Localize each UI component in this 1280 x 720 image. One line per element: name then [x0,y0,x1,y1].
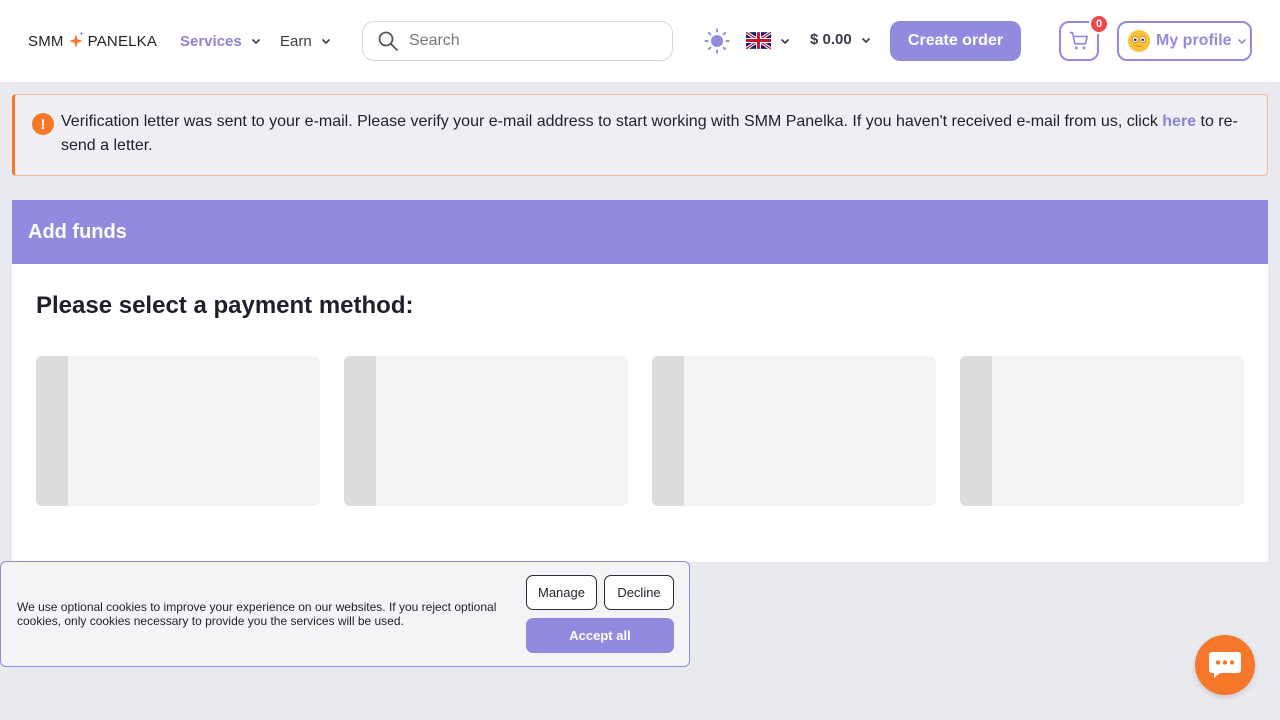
create-order-button[interactable]: Create order [890,21,1021,61]
sun-icon[interactable] [704,28,730,54]
cookie-banner: We use optional cookies to improve your … [0,561,690,667]
nav-services-label: Services [180,32,242,50]
avatar-icon [1128,30,1150,52]
decline-cookies-button[interactable]: Decline [604,575,674,610]
search-input[interactable] [409,32,649,50]
cart-icon [1069,31,1089,50]
logo-text-right: PANELKA [87,32,158,50]
language-selector[interactable] [746,31,791,50]
cart-button[interactable]: 0 [1059,14,1109,61]
logo-text-left: SMM [28,32,64,50]
chevron-down-icon [1237,38,1246,45]
nav-earn[interactable]: Earn [280,31,332,51]
search-icon [378,31,398,51]
top-header: SMM PANELKA Services Earn Search $ 0.00 … [0,0,1280,82]
nav-services[interactable]: Services [180,31,262,51]
chevron-down-icon [861,37,870,43]
payment-method-card[interactable] [652,356,936,506]
balance-selector[interactable]: $ 0.00 [810,31,872,48]
add-funds-panel: Add funds Please select a payment method… [12,200,1268,562]
accept-all-cookies-button[interactable]: Accept all [526,618,674,653]
payment-method-heading: Please select a payment method: [36,292,414,319]
manage-cookies-button[interactable]: Manage [526,575,597,610]
chevron-down-icon [251,38,260,45]
resend-link[interactable]: here [1162,113,1196,130]
search-box[interactable] [362,21,673,61]
balance-value: $ 0.00 [810,31,852,48]
alert-text-before: Verification letter was sent to your e-m… [61,113,1163,130]
exclamation-icon: ! [32,113,54,135]
payment-method-card[interactable] [344,356,628,506]
card-skeleton-strip [960,356,992,506]
sparkle-icon [68,31,84,48]
chat-button[interactable] [1195,635,1255,695]
chevron-down-icon [780,38,790,44]
cookie-text: We use optional cookies to improve your … [17,600,497,628]
verification-alert: ! Verification letter was sent to your e… [12,94,1268,176]
uk-flag-icon [746,31,771,50]
panel-title: Add funds [12,200,1268,264]
cart-count-badge: 0 [1089,14,1109,34]
chat-icon [1209,652,1241,678]
payment-method-card[interactable] [36,356,320,506]
logo[interactable]: SMM PANELKA [28,30,157,52]
card-skeleton-strip [652,356,684,506]
nav-earn-label: Earn [280,32,312,50]
alert-message: Verification letter was sent to your e-m… [61,110,1256,158]
card-skeleton-strip [36,356,68,506]
chevron-down-icon [321,38,330,45]
profile-menu[interactable]: My profile [1117,21,1252,61]
payment-method-card[interactable] [960,356,1244,506]
profile-label: My profile [1156,32,1232,49]
card-skeleton-strip [344,356,376,506]
